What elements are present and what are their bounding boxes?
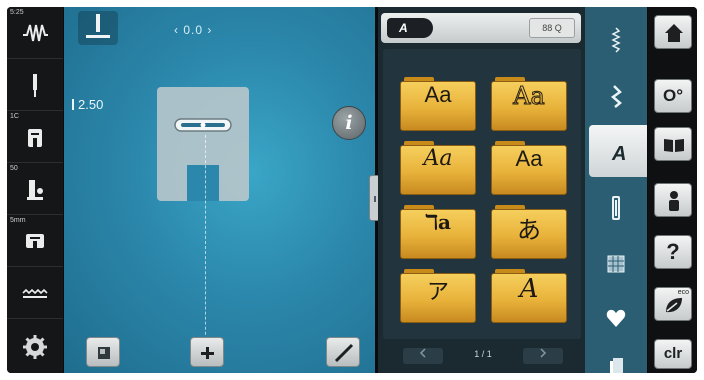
zigzag-stitch-icon [610,85,622,108]
feed-dog-icon [22,288,48,298]
presser-foot-icon [28,129,42,147]
stitch-width-button[interactable]: 5mm [7,215,63,267]
needle-indicator[interactable] [78,11,118,45]
pen-icon [334,343,354,363]
setup-button[interactable]: O° [654,79,692,113]
open-book-icon [664,139,684,152]
home-icon [665,24,683,42]
memory-file-icon [610,358,623,373]
alphabet-a-icon: A [611,143,626,165]
right-toolbar: O° ? eco clr [648,7,697,373]
next-page-button[interactable] [523,348,563,364]
stitch-category-column: A [585,7,647,373]
stitch-length-readout[interactable]: 2.50 [72,97,103,112]
help-label: ? [666,239,680,264]
thread-tension-button[interactable]: 50 [7,163,63,215]
edit-button[interactable] [326,337,360,367]
stitch-length-marker-icon [72,99,74,110]
stitch-width-label: 5mm [10,217,26,224]
gear-icon [23,335,47,359]
eco-label: eco [677,289,689,296]
help-button[interactable]: ? [654,235,692,269]
person-icon [669,191,679,211]
page-indicator: 1 / 1 [474,349,492,359]
font-folder-7[interactable]: ア [400,269,476,323]
quilt-grid-icon [607,255,625,273]
thread-tension-icon [27,180,43,200]
font-folder-4[interactable]: Aa [491,141,567,195]
sewing-machine-screen: 5:25 1C 50 5mm ‹ 0.0 › 2.50 i A 88 Q Aa … [7,7,697,373]
clear-button[interactable]: clr [654,339,692,369]
needle-position-button[interactable] [7,59,63,111]
practical-stitches-tab[interactable] [585,13,647,65]
stitch-pattern-icon [23,24,48,42]
font-folder-5[interactable]: ℸa [400,205,476,259]
add-button[interactable] [190,337,224,367]
quilt-stitches-tab[interactable] [585,237,647,289]
font-folder-8[interactable]: A [491,269,567,323]
stitch-plate-icon [26,234,44,248]
stitch-number-label: 5:25 [10,9,24,16]
eco-button[interactable]: eco [654,287,692,321]
font-sample: ℸa [400,209,476,259]
alphabet-panel: A 88 Q Aa Aa Aa Aa ℸa あ ア A 1 / 1 [378,7,585,373]
left-toolbar: 5:25 1C 50 5mm [7,7,63,373]
stitch-center-line [205,135,206,360]
buttonhole-icon [612,196,620,220]
previous-page-button[interactable] [403,348,443,364]
memory-tab[interactable] [585,341,647,373]
font-folder-3[interactable]: Aa [400,141,476,195]
alphabet-header: A 88 Q [381,13,581,43]
needle-icon [33,74,37,97]
personal-program-tab[interactable] [585,291,647,343]
stitch-pattern-button[interactable]: 5:25 [7,7,63,59]
chevron-left-icon [419,348,426,358]
consultant-button[interactable] [654,183,692,217]
font-sample: ア [400,273,476,323]
pattern-end-button[interactable] [86,337,120,367]
font-sample: あ [491,209,567,259]
font-folder-6[interactable]: あ [491,205,567,259]
tutorial-button[interactable] [654,127,692,161]
font-sample: Aa [491,81,567,131]
svg-text:A: A [611,143,626,165]
settings-button[interactable] [7,319,63,373]
presser-foot-preview [157,87,249,201]
font-folder-2[interactable]: Aa [491,77,567,131]
page-navigator: 1 / 1 [383,345,581,367]
chevron-right-icon [540,348,547,358]
square-icon [98,347,110,359]
font-sample: A [491,273,567,323]
stitch-length-value: 2.50 [78,97,104,112]
alphabets-tab[interactable]: A [589,125,647,177]
thread-label: O° [662,86,684,105]
decorative-stitches-tab[interactable] [585,69,647,121]
needle-offset-value[interactable]: ‹ 0.0 › [174,23,212,37]
plus-icon [201,347,214,359]
needle-down-icon [86,14,110,38]
heart-icon [606,309,626,327]
buttonholes-tab[interactable] [585,181,647,233]
font-sample: Aa [491,145,567,195]
search-button[interactable]: 88 Q [529,18,575,38]
font-grid: Aa Aa Aa Aa ℸa あ ア A [383,49,581,339]
alphabet-category-tab[interactable]: A [387,18,433,38]
straight-stitch-icon [611,27,621,53]
font-folder-1[interactable]: Aa [400,77,476,131]
clear-label: clr [663,345,683,362]
font-sample: Aa [400,81,476,131]
font-sample: Aa [400,145,476,195]
stitch-editor-panel: ‹ 0.0 › 2.50 i [64,7,380,373]
leaf-icon [666,298,682,313]
presser-foot-button[interactable]: 1C [7,111,63,163]
presser-foot-label: 1C [10,113,19,120]
info-button[interactable]: i [332,106,366,140]
tension-label: 50 [10,165,18,172]
feed-dog-button[interactable] [7,267,63,319]
home-button[interactable] [654,15,692,49]
